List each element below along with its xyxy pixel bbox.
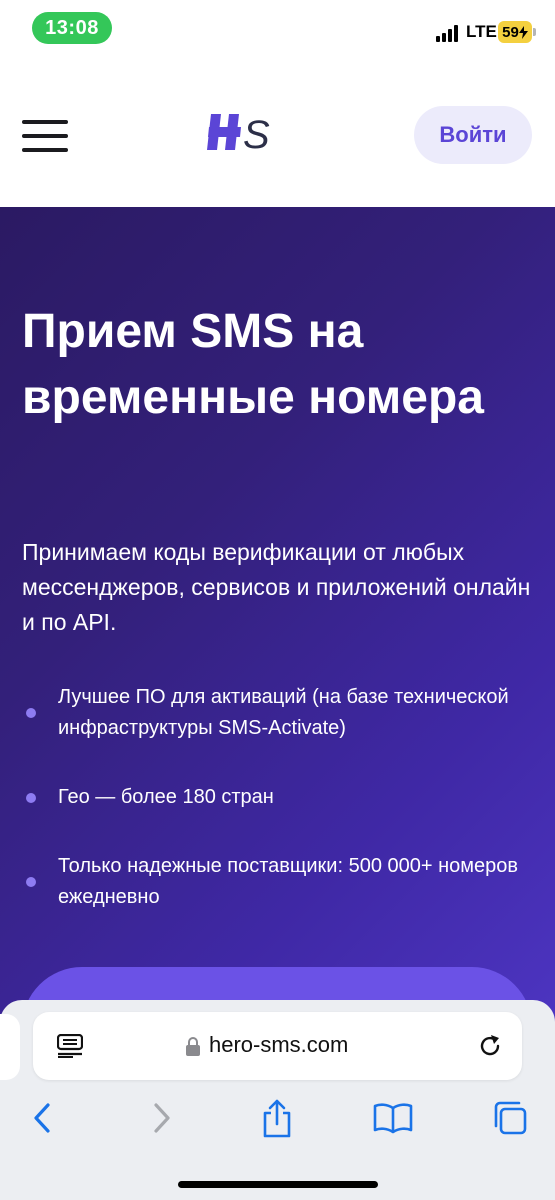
network-type: LTE [466,22,497,41]
url-text[interactable]: hero-sms.com [209,1032,348,1058]
hero-section: Прием SMS на временные номера Принимаем … [0,207,555,1067]
browser-toolbar: hero-sms.com [0,1000,555,1200]
bookmarks-button[interactable] [373,1098,413,1138]
hero-sms-logo-icon[interactable]: S [205,110,277,154]
previous-tab-card[interactable] [0,1014,20,1080]
lock-icon [186,1037,200,1056]
feature-list: Лучшее ПО для активаций (на базе техниче… [22,682,532,913]
status-bar: 13:08 LTE 59 [0,0,555,62]
reload-icon[interactable] [477,1033,503,1059]
address-bar[interactable]: hero-sms.com [33,1012,522,1080]
feature-item: Лучшее ПО для активаций (на базе техниче… [22,682,532,744]
tabs-icon [494,1101,527,1135]
forward-button[interactable] [142,1098,182,1138]
bullet-dot-icon [26,877,36,887]
site-header: S Войти [0,62,555,207]
status-time: 13:08 [32,12,112,44]
feature-text: Только надежные поставщики: 500 000+ ном… [58,855,519,908]
share-button[interactable] [257,1098,297,1138]
hamburger-menu-icon[interactable] [22,120,68,152]
bookmarks-icon [373,1103,413,1134]
hero-title: Прием SMS на временные номера [22,305,484,424]
back-icon [34,1103,50,1133]
feature-item: Только надежные поставщики: 500 000+ ном… [22,851,532,913]
battery-icon: 59 [498,21,532,43]
svg-text:S: S [243,113,270,154]
home-indicator [178,1181,378,1188]
reader-icon[interactable] [57,1034,83,1058]
battery-level: 59 [502,23,519,41]
share-icon [263,1099,291,1138]
battery-tip [533,28,536,36]
feature-item: Гео — более 180 стран [22,782,532,813]
forward-icon [154,1103,170,1133]
back-button[interactable] [22,1098,62,1138]
feature-text: Гео — более 180 стран [58,786,274,808]
charging-bolt-icon [518,25,528,39]
signal-icon [436,24,462,42]
bullet-dot-icon [26,708,36,718]
tabs-button[interactable] [490,1098,530,1138]
bullet-dot-icon [26,792,36,803]
login-button[interactable]: Войти [414,106,532,164]
hero-subtitle: Принимаем коды верификации от любых месс… [22,539,531,635]
feature-text: Лучшее ПО для активаций (на базе техниче… [58,686,509,739]
